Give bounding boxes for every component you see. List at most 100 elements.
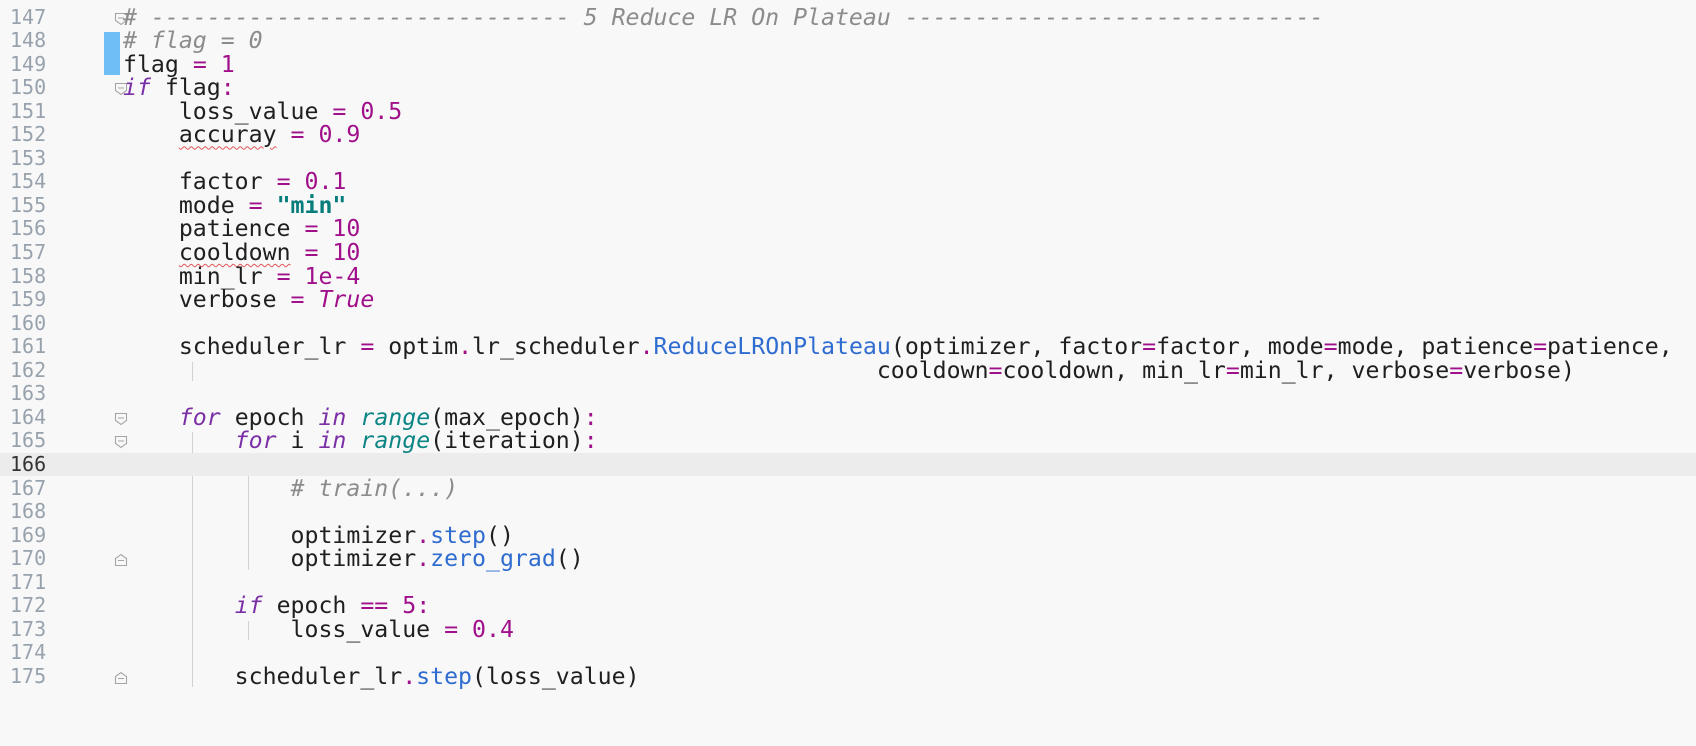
line-code[interactable]: cooldown = 10 (123, 241, 361, 265)
line-number: 157 (10, 240, 47, 264)
code-line[interactable]: 175 scheduler_lr.step(loss_value) (0, 663, 1696, 689)
code-token: range (360, 427, 431, 455)
code-token: : (583, 427, 598, 455)
code-comment: # ------------------------------ 5 Reduc… (123, 3, 1324, 31)
code-line[interactable]: 168 (0, 499, 1696, 524)
line-code[interactable]: patience = 10 (123, 217, 361, 241)
line-number: 164 (10, 404, 47, 429)
line-code[interactable]: optimizer.step() (123, 523, 514, 548)
line-number: 173 (10, 616, 47, 641)
code-token: . (416, 545, 431, 573)
code-line[interactable]: 163 (0, 382, 1696, 406)
code-line[interactable]: 161 scheduler_lr = optim.lr_scheduler.Re… (0, 335, 1696, 359)
line-code[interactable]: for epoch in range(max_epoch): (123, 406, 598, 430)
code-line[interactable]: 153 (0, 145, 1696, 171)
line-number: 158 (10, 263, 47, 288)
line-code[interactable]: min_lr = 1e-4 (123, 264, 361, 289)
line-number: 163 (10, 381, 47, 406)
code-line[interactable]: 147 # ------------------------------ 5 Re… (0, 3, 1696, 31)
code-token: cooldown (123, 356, 989, 384)
line-number: 169 (10, 522, 47, 547)
code-line[interactable]: 173 loss_value = 0.4 (0, 616, 1696, 642)
line-number: 149 (10, 51, 47, 76)
line-number: 160 (10, 310, 47, 335)
line-code[interactable]: loss_value = 0.4 (123, 618, 514, 642)
line-code[interactable]: factor = 0.1 (123, 170, 347, 194)
line-code[interactable]: for i in range(iteration): (123, 429, 598, 453)
code-token: verbose) (1463, 356, 1575, 384)
code-line[interactable]: 171 (0, 569, 1696, 595)
line-number: 166 (10, 451, 47, 476)
line-code[interactable]: # train(...) (123, 474, 459, 502)
line-number: 170 (10, 546, 47, 571)
line-number: 156 (10, 216, 47, 241)
line-code[interactable]: # flag = 0 (123, 29, 263, 53)
line-code[interactable]: flag = 1 (123, 52, 235, 77)
code-line[interactable]: 162 cooldown=cooldown, min_lr=min_lr, ve… (0, 356, 1696, 384)
line-number: 168 (10, 499, 47, 524)
line-number: 165 (10, 428, 47, 453)
code-comment: # train(...) (290, 474, 459, 502)
code-token: scheduler_lr (123, 662, 403, 690)
line-code[interactable]: verbose = True (123, 288, 374, 312)
code-line[interactable]: 148 # flag = 0 (0, 28, 1696, 53)
line-code[interactable]: scheduler_lr.step(loss_value) (123, 665, 640, 689)
code-line[interactable]: 165 for i in range(iteration): (0, 429, 1696, 453)
code-line[interactable]: 169 optimizer.step() (0, 522, 1696, 548)
line-number: 150 (10, 75, 47, 100)
line-code[interactable]: if flag: (123, 76, 235, 100)
code-line[interactable]: 172 if epoch == 5: (0, 594, 1696, 618)
code-token: = (1225, 356, 1240, 384)
code-line[interactable]: 150 if flag: (0, 76, 1696, 100)
line-code[interactable]: # ------------------------------ 5 Reduc… (123, 3, 1324, 31)
line-code[interactable]: if epoch == 5: (123, 594, 430, 618)
code-token: in (318, 427, 347, 455)
line-number: 147 (10, 4, 47, 29)
code-token: for (234, 427, 277, 455)
code-line[interactable]: 159 verbose = True (0, 288, 1696, 312)
code-token: cooldown, min_lr (1002, 356, 1226, 384)
code-line[interactable]: 155 mode = "min" (0, 192, 1696, 218)
code-line[interactable]: 174 (0, 641, 1696, 665)
code-token: zero_grad (430, 545, 556, 573)
line-number: 153 (10, 145, 47, 170)
line-code[interactable]: mode = "min" (123, 194, 347, 218)
code-token: i (276, 427, 319, 455)
line-number: 175 (10, 663, 47, 688)
code-token: loss_value (123, 615, 445, 643)
code-line[interactable]: 157 cooldown = 10 (0, 240, 1696, 265)
code-line[interactable]: 154 factor = 0.1 (0, 170, 1696, 194)
line-number: 162 (10, 357, 47, 382)
line-code[interactable]: loss_value = 0.5 (123, 99, 402, 124)
code-line[interactable]: 149 flag = 1 (0, 51, 1696, 77)
code-line[interactable]: 166 (0, 451, 1696, 477)
code-token: = (290, 286, 305, 314)
line-number: 171 (10, 569, 47, 594)
code-token: verbose (123, 286, 291, 314)
code-line[interactable]: 160 (0, 310, 1696, 336)
code-line[interactable]: 164 for epoch in range(max_epoch): (0, 404, 1696, 430)
line-number: 155 (10, 192, 47, 217)
line-number: 151 (10, 98, 47, 123)
code-line[interactable]: 170 optimizer.zero_grad() (0, 547, 1696, 571)
line-number: 159 (10, 287, 47, 312)
code-line[interactable]: 151 loss_value = 0.5 (0, 98, 1696, 124)
line-number: 161 (10, 334, 47, 359)
code-line[interactable]: 152 accuray = 0.9 (0, 123, 1696, 147)
code-line[interactable]: 167 # train(...) (0, 474, 1696, 502)
line-code[interactable]: cooldown=cooldown, min_lr=min_lr, verbos… (123, 356, 1575, 384)
code-line[interactable]: 158 min_lr = 1e-4 (0, 263, 1696, 289)
line-code[interactable]: accuray = 0.9 (123, 121, 361, 148)
line-code[interactable]: scheduler_lr = optim.lr_scheduler.Reduce… (123, 335, 1673, 359)
line-code[interactable]: optimizer.zero_grad() (123, 547, 584, 571)
code-token: () (555, 545, 584, 573)
code-editor[interactable]: 147 # ------------------------------ 5 Re… (0, 0, 1696, 746)
code-token: = (444, 615, 459, 643)
code-line[interactable]: 156 patience = 10 (0, 217, 1696, 241)
